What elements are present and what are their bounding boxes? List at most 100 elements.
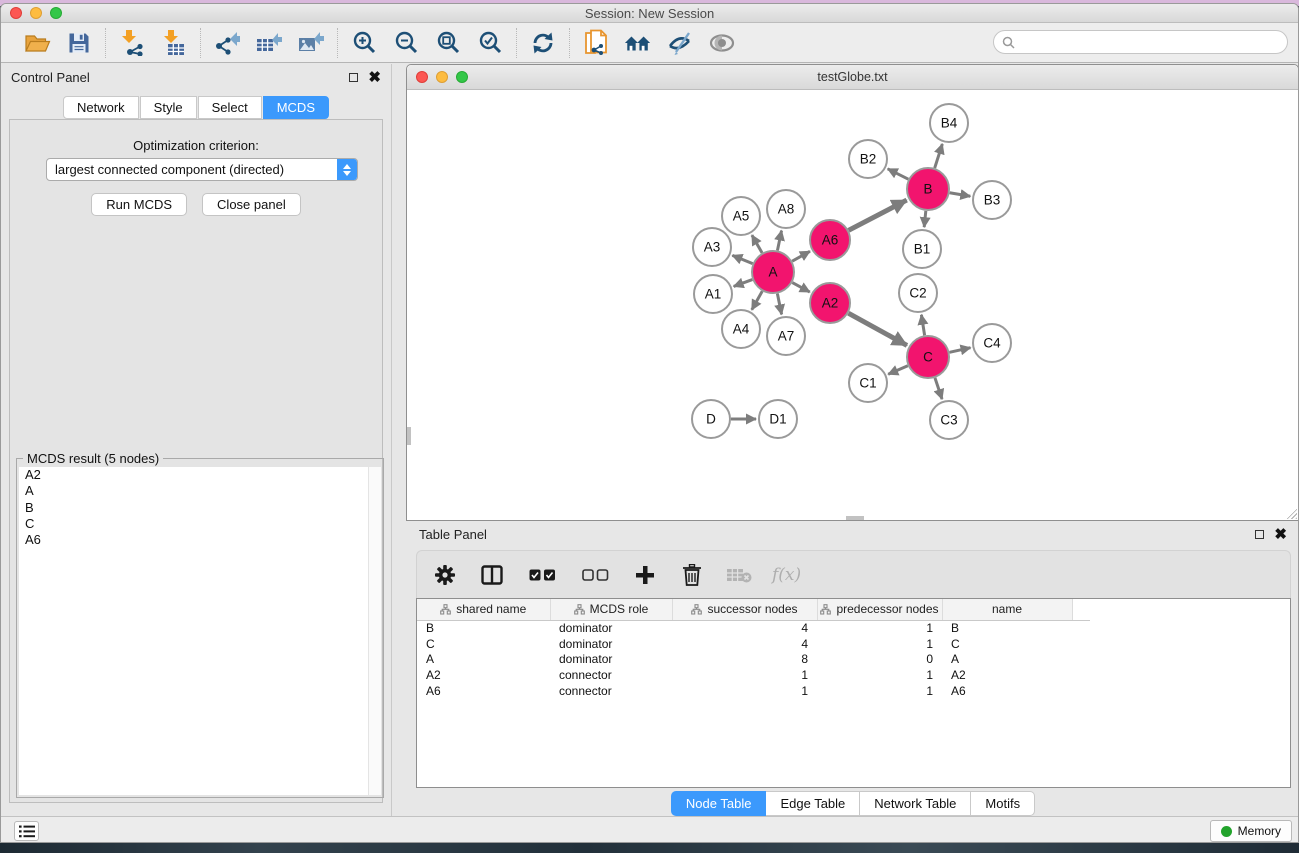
table-row-a[interactable]: Adominator80A: [417, 651, 1090, 667]
table-row-c[interactable]: Cdominator41C: [417, 636, 1090, 652]
zoom-in-icon[interactable]: [350, 29, 378, 57]
node-B2[interactable]: B2: [849, 140, 887, 178]
node-B[interactable]: B: [907, 168, 949, 210]
run-mcds-button[interactable]: Run MCDS: [91, 193, 187, 216]
close-panel-button[interactable]: Close panel: [202, 193, 301, 216]
node-B1[interactable]: B1: [903, 230, 941, 268]
node-C3[interactable]: C3: [930, 401, 968, 439]
result-item-a2[interactable]: A2: [19, 467, 381, 483]
node-A7[interactable]: A7: [767, 317, 805, 355]
edge-A2-C[interactable]: [848, 313, 907, 345]
node-B3[interactable]: B3: [973, 181, 1011, 219]
column-header-shared-name[interactable]: shared name: [417, 599, 550, 620]
result-item-a[interactable]: A: [19, 483, 381, 499]
node-A2[interactable]: A2: [810, 283, 850, 323]
mcds-result-list[interactable]: A2ABCA6: [19, 467, 381, 795]
edge-B-B4[interactable]: [935, 144, 943, 168]
node-A6[interactable]: A6: [810, 220, 850, 260]
home-icon[interactable]: [624, 29, 652, 57]
show-view-eye-icon[interactable]: [708, 29, 736, 57]
network-hscroll-thumb[interactable]: [846, 516, 864, 520]
table-row-a6[interactable]: A6connector11A6: [417, 683, 1090, 699]
edge-B-B2[interactable]: [888, 169, 909, 179]
save-session-icon[interactable]: [65, 29, 93, 57]
delete-column-trash-icon[interactable]: [678, 561, 706, 589]
node-C[interactable]: C: [907, 336, 949, 378]
table-float-icon[interactable]: [1255, 530, 1264, 539]
edge-B-B1[interactable]: [924, 211, 926, 227]
task-history-button[interactable]: [14, 821, 39, 841]
tab-node-table[interactable]: Node Table: [671, 791, 767, 816]
table-row-a2[interactable]: A2connector11A2: [417, 667, 1090, 683]
import-network-icon[interactable]: [118, 29, 146, 57]
node-A4[interactable]: A4: [722, 310, 760, 348]
add-column-icon[interactable]: [631, 561, 659, 589]
node-B4[interactable]: B4: [930, 104, 968, 142]
node-A[interactable]: A: [752, 251, 794, 293]
zoom-fit-icon[interactable]: [434, 29, 462, 57]
network-vscroll-thumb[interactable]: [407, 427, 411, 445]
tab-mcds[interactable]: MCDS: [263, 96, 329, 119]
edge-A-A7[interactable]: [777, 294, 781, 315]
function-builder-icon[interactable]: f(x): [772, 565, 801, 585]
tab-network-table[interactable]: Network Table: [860, 791, 971, 816]
edge-A-A4[interactable]: [752, 291, 762, 310]
result-item-a6[interactable]: A6: [19, 532, 381, 548]
edge-A-A8[interactable]: [777, 231, 781, 251]
tab-network[interactable]: Network: [63, 96, 139, 119]
node-A8[interactable]: A8: [767, 190, 805, 228]
export-image-icon[interactable]: [297, 29, 325, 57]
edge-A-A2[interactable]: [792, 283, 809, 293]
edge-C-C2[interactable]: [921, 315, 924, 336]
table-close-icon[interactable]: ✖: [1274, 530, 1287, 539]
node-D1[interactable]: D1: [759, 400, 797, 438]
edge-C-C4[interactable]: [949, 348, 970, 353]
edge-A-A1[interactable]: [734, 280, 753, 287]
column-header-successor-nodes[interactable]: successor nodes: [672, 599, 817, 620]
node-A1[interactable]: A1: [694, 275, 732, 313]
search-box[interactable]: [993, 30, 1288, 54]
network-canvas[interactable]: AA1A2A3A4A5A6A7A8BB1B2B3B4CC1C2C3C4DD1: [407, 90, 1298, 520]
edge-C-C1[interactable]: [888, 366, 908, 375]
result-list-scrollbar[interactable]: [368, 467, 381, 795]
edge-A-A5[interactable]: [752, 235, 762, 253]
result-item-b[interactable]: B: [19, 500, 381, 516]
table-row-b[interactable]: Bdominator41B: [417, 620, 1090, 636]
close-panel-icon[interactable]: ✖: [368, 73, 381, 82]
tab-edge-table[interactable]: Edge Table: [766, 791, 860, 816]
column-header-predecessor-nodes[interactable]: predecessor nodes: [817, 599, 942, 620]
edge-C-C3[interactable]: [935, 378, 942, 399]
memory-button[interactable]: Memory: [1210, 820, 1292, 842]
delete-table-icon[interactable]: [725, 561, 753, 589]
edge-A-A3[interactable]: [732, 255, 752, 263]
select-all-icon[interactable]: [525, 561, 559, 589]
tab-select[interactable]: Select: [198, 96, 262, 119]
deselect-all-icon[interactable]: [578, 561, 612, 589]
column-header-name[interactable]: name: [942, 599, 1072, 620]
table-header-row[interactable]: shared nameMCDS rolesuccessor nodesprede…: [417, 599, 1090, 620]
node-C2[interactable]: C2: [899, 274, 937, 312]
node-C4[interactable]: C4: [973, 324, 1011, 362]
refresh-icon[interactable]: [529, 29, 557, 57]
tab-style[interactable]: Style: [140, 96, 197, 119]
edge-B-B3[interactable]: [950, 193, 971, 197]
toggle-column-panel-icon[interactable]: [478, 561, 506, 589]
export-table-icon[interactable]: [255, 29, 283, 57]
zoom-selected-icon[interactable]: [476, 29, 504, 57]
node-D[interactable]: D: [692, 400, 730, 438]
criterion-dropdown[interactable]: largest connected component (directed): [46, 158, 358, 181]
edge-A-A6[interactable]: [792, 251, 810, 261]
import-table-icon[interactable]: [160, 29, 188, 57]
copy-network-icon[interactable]: [582, 29, 610, 57]
node-C1[interactable]: C1: [849, 364, 887, 402]
tab-motifs[interactable]: Motifs: [971, 791, 1035, 816]
edge-A6-B[interactable]: [849, 200, 907, 230]
zoom-out-icon[interactable]: [392, 29, 420, 57]
search-input[interactable]: [1020, 35, 1287, 49]
node-A5[interactable]: A5: [722, 197, 760, 235]
export-network-icon[interactable]: [213, 29, 241, 57]
column-header-mcds-role[interactable]: MCDS role: [550, 599, 672, 620]
float-panel-icon[interactable]: [349, 73, 358, 82]
hide-toggle-icon[interactable]: [666, 29, 694, 57]
result-item-c[interactable]: C: [19, 516, 381, 532]
